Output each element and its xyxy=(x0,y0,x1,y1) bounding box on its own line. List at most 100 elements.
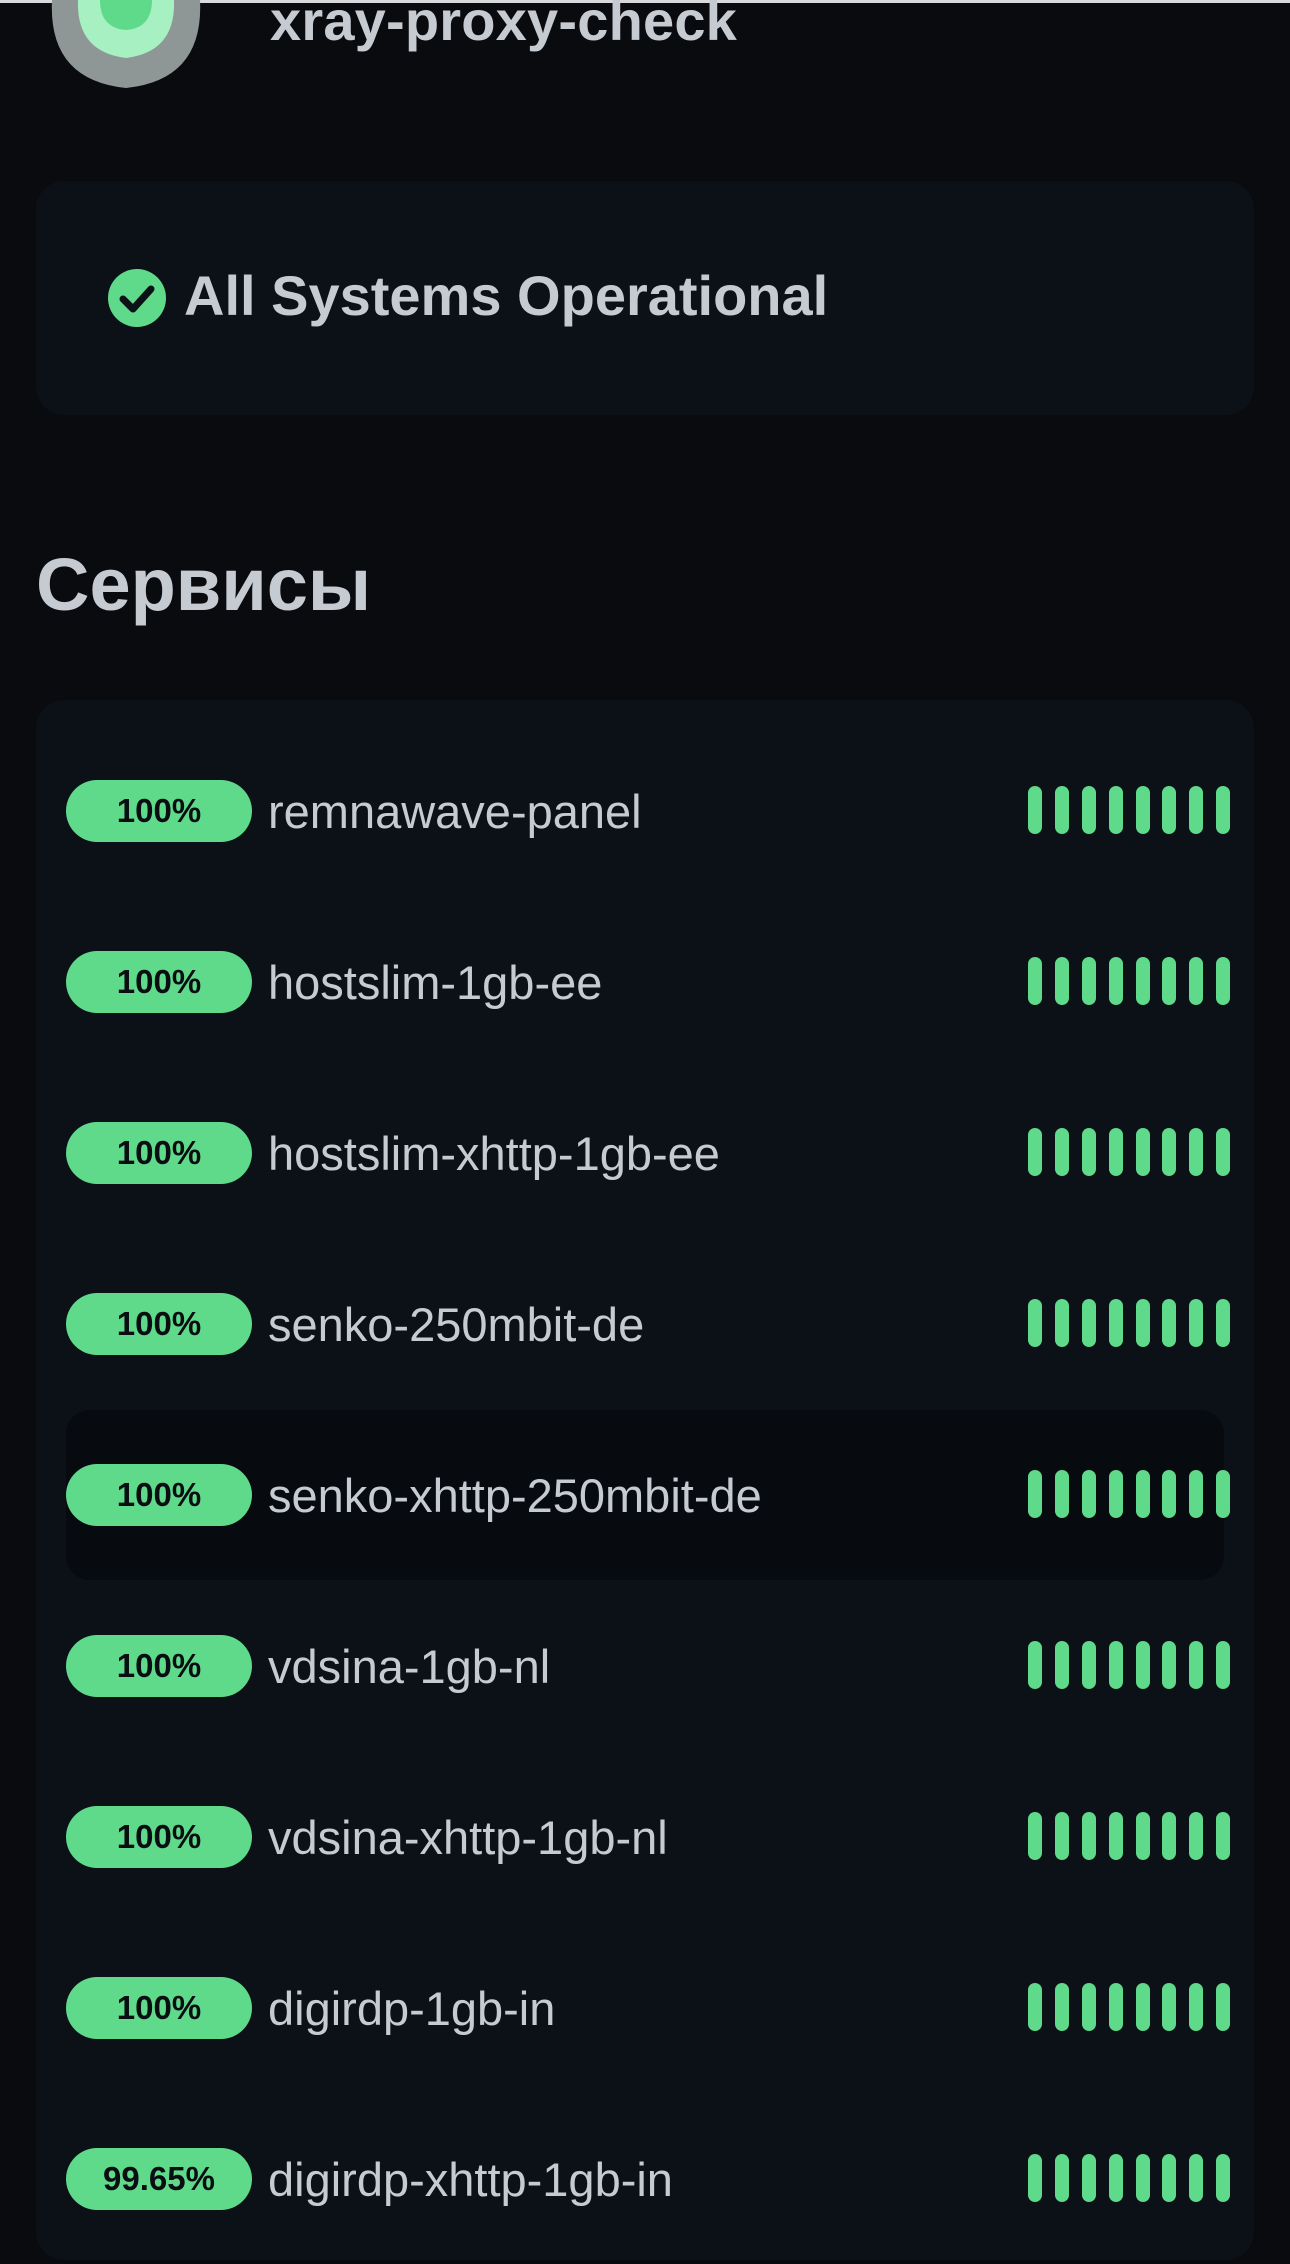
service-name[interactable]: vdsina-1gb-nl xyxy=(268,1639,550,1694)
check-circle-icon xyxy=(108,269,166,327)
uptime-badge: 100% xyxy=(66,1806,252,1868)
service-name[interactable]: digirdp-1gb-in xyxy=(268,1981,555,2036)
heartbeat-beat[interactable] xyxy=(1108,1128,1123,1176)
heartbeat-beat[interactable] xyxy=(1081,957,1096,1005)
heartbeat-beat[interactable] xyxy=(1162,1470,1177,1518)
heartbeat-beat[interactable] xyxy=(1028,1983,1042,2031)
heartbeat-beat[interactable] xyxy=(1162,2154,1177,2202)
heartbeat-beat[interactable] xyxy=(1081,1641,1096,1689)
heartbeat-beat[interactable] xyxy=(1162,786,1177,834)
service-row[interactable]: 100% vdsina-1gb-nl xyxy=(66,1581,1231,1751)
heartbeat-bar xyxy=(1028,1294,1238,1354)
heartbeat-beat[interactable] xyxy=(1135,1641,1150,1689)
heartbeat-beat[interactable] xyxy=(1028,957,1042,1005)
heartbeat-beat[interactable] xyxy=(1081,1983,1096,2031)
heartbeat-beat[interactable] xyxy=(1162,1812,1177,1860)
heartbeat-beat[interactable] xyxy=(1081,1128,1096,1176)
heartbeat-beat[interactable] xyxy=(1108,1470,1123,1518)
heartbeat-beat[interactable] xyxy=(1216,1128,1231,1176)
heartbeat-beat[interactable] xyxy=(1108,786,1123,834)
heartbeat-beat[interactable] xyxy=(1028,1470,1042,1518)
uptime-badge: 100% xyxy=(66,951,252,1013)
service-row[interactable]: 100% senko-xhttp-250mbit-de xyxy=(66,1410,1231,1580)
heartbeat-beat[interactable] xyxy=(1189,957,1204,1005)
service-name[interactable]: digirdp-xhttp-1gb-in xyxy=(268,2152,673,2207)
heartbeat-beat[interactable] xyxy=(1054,1470,1069,1518)
heartbeat-beat[interactable] xyxy=(1028,786,1042,834)
service-name[interactable]: senko-xhttp-250mbit-de xyxy=(268,1468,762,1523)
service-row[interactable]: 100% remnawave-panel xyxy=(66,726,1231,896)
heartbeat-beat[interactable] xyxy=(1216,1299,1231,1347)
heartbeat-beat[interactable] xyxy=(1216,957,1231,1005)
heartbeat-beat[interactable] xyxy=(1028,2154,1042,2202)
service-row[interactable]: 100% vdsina-xhttp-1gb-nl xyxy=(66,1752,1231,1922)
heartbeat-beat[interactable] xyxy=(1108,1812,1123,1860)
heartbeat-beat[interactable] xyxy=(1216,1983,1231,2031)
heartbeat-beat[interactable] xyxy=(1189,1983,1204,2031)
heartbeat-beat[interactable] xyxy=(1189,2154,1204,2202)
heartbeat-beat[interactable] xyxy=(1162,1128,1177,1176)
heartbeat-beat[interactable] xyxy=(1189,786,1204,834)
heartbeat-beat[interactable] xyxy=(1081,1470,1096,1518)
service-row[interactable]: 99.65% digirdp-xhttp-1gb-in xyxy=(66,2094,1231,2264)
heartbeat-beat[interactable] xyxy=(1028,1128,1042,1176)
heartbeat-beat[interactable] xyxy=(1135,2154,1150,2202)
heartbeat-beat[interactable] xyxy=(1081,1812,1096,1860)
heartbeat-beat[interactable] xyxy=(1054,1299,1069,1347)
heartbeat-beat[interactable] xyxy=(1081,786,1096,834)
heartbeat-beat[interactable] xyxy=(1189,1470,1204,1518)
heartbeat-beat[interactable] xyxy=(1162,1641,1177,1689)
heartbeat-beat[interactable] xyxy=(1189,1812,1204,1860)
heartbeat-beat[interactable] xyxy=(1054,1128,1069,1176)
heartbeat-beat[interactable] xyxy=(1135,1128,1150,1176)
app-logo-icon xyxy=(51,0,201,88)
heartbeat-beat[interactable] xyxy=(1054,1983,1069,2031)
heartbeat-beat[interactable] xyxy=(1216,1641,1231,1689)
heartbeat-bar xyxy=(1028,1807,1238,1867)
heartbeat-beat[interactable] xyxy=(1135,1812,1150,1860)
heartbeat-beat[interactable] xyxy=(1108,957,1123,1005)
heartbeat-bar xyxy=(1028,2149,1238,2209)
heartbeat-beat[interactable] xyxy=(1216,2154,1231,2202)
heartbeat-beat[interactable] xyxy=(1054,1812,1069,1860)
heartbeat-beat[interactable] xyxy=(1189,1128,1204,1176)
heartbeat-beat[interactable] xyxy=(1054,1641,1069,1689)
heartbeat-bar xyxy=(1028,1978,1238,2038)
heartbeat-beat[interactable] xyxy=(1189,1299,1204,1347)
heartbeat-beat[interactable] xyxy=(1108,1983,1123,2031)
heartbeat-beat[interactable] xyxy=(1054,957,1069,1005)
heartbeat-beat[interactable] xyxy=(1135,1299,1150,1347)
heartbeat-beat[interactable] xyxy=(1028,1641,1042,1689)
heartbeat-beat[interactable] xyxy=(1108,2154,1123,2202)
heartbeat-beat[interactable] xyxy=(1135,957,1150,1005)
service-row[interactable]: 100% senko-250mbit-de xyxy=(66,1239,1231,1409)
service-name[interactable]: senko-250mbit-de xyxy=(268,1297,644,1352)
service-name[interactable]: remnawave-panel xyxy=(268,784,642,839)
status-text: All Systems Operational xyxy=(184,264,829,327)
heartbeat-beat[interactable] xyxy=(1081,2154,1096,2202)
app-title: xray-proxy-check xyxy=(270,0,738,52)
heartbeat-beat[interactable] xyxy=(1108,1299,1123,1347)
heartbeat-beat[interactable] xyxy=(1189,1641,1204,1689)
heartbeat-beat[interactable] xyxy=(1081,1299,1096,1347)
heartbeat-beat[interactable] xyxy=(1028,1812,1042,1860)
service-row[interactable]: 100% hostslim-xhttp-1gb-ee xyxy=(66,1068,1231,1238)
service-row[interactable]: 100% hostslim-1gb-ee xyxy=(66,897,1231,1067)
heartbeat-beat[interactable] xyxy=(1216,786,1231,834)
heartbeat-beat[interactable] xyxy=(1216,1470,1231,1518)
heartbeat-beat[interactable] xyxy=(1028,1299,1042,1347)
heartbeat-beat[interactable] xyxy=(1135,1983,1150,2031)
heartbeat-beat[interactable] xyxy=(1162,1299,1177,1347)
service-name[interactable]: hostslim-xhttp-1gb-ee xyxy=(268,1126,720,1181)
service-row[interactable]: 100% digirdp-1gb-in xyxy=(66,1923,1231,2093)
heartbeat-beat[interactable] xyxy=(1054,786,1069,834)
heartbeat-beat[interactable] xyxy=(1216,1812,1231,1860)
service-name[interactable]: vdsina-xhttp-1gb-nl xyxy=(268,1810,668,1865)
service-name[interactable]: hostslim-1gb-ee xyxy=(268,955,602,1010)
heartbeat-beat[interactable] xyxy=(1135,786,1150,834)
heartbeat-beat[interactable] xyxy=(1135,1470,1150,1518)
heartbeat-beat[interactable] xyxy=(1162,1983,1177,2031)
heartbeat-beat[interactable] xyxy=(1108,1641,1123,1689)
heartbeat-beat[interactable] xyxy=(1162,957,1177,1005)
heartbeat-beat[interactable] xyxy=(1054,2154,1069,2202)
